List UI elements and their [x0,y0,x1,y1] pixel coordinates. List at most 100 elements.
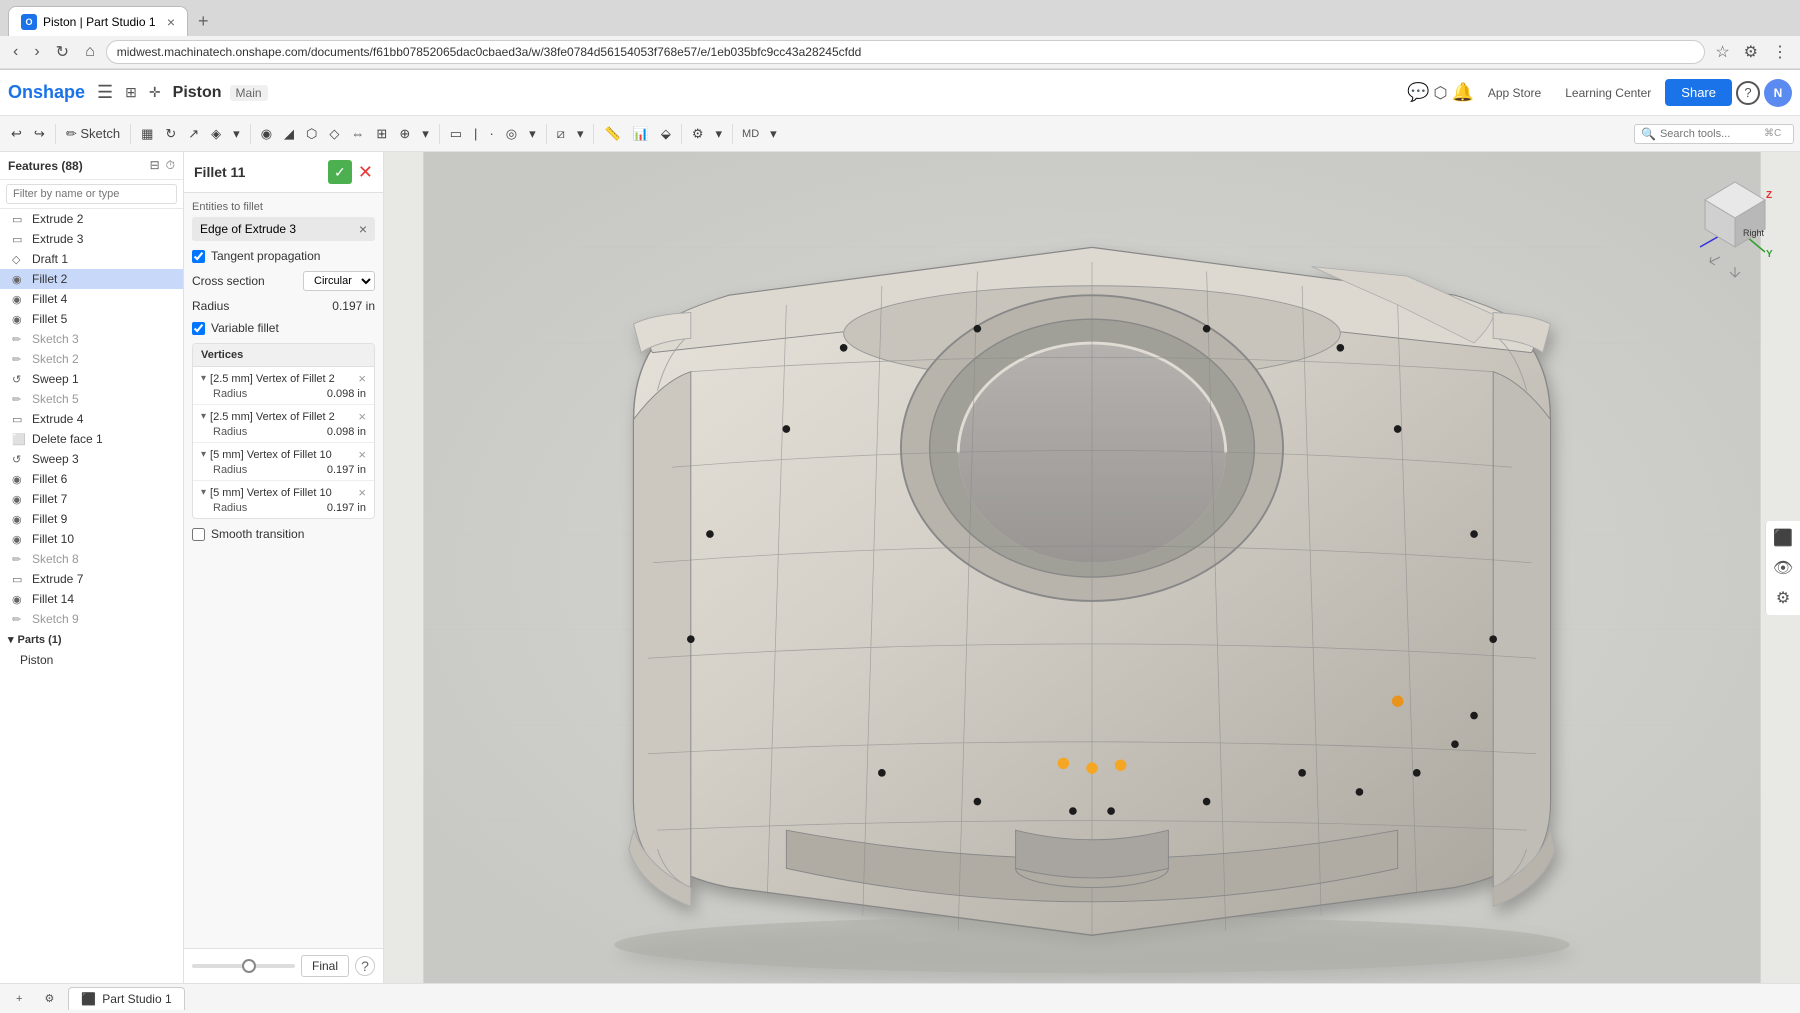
feature-item-fillet14[interactable]: ◉ Fillet 14 [0,589,183,609]
slider-track[interactable] [192,964,295,968]
axis-btn[interactable]: | [469,123,482,144]
onshape-logo[interactable]: Onshape [8,82,85,103]
confirm-btn[interactable]: ✓ [328,160,352,184]
back-btn[interactable]: ‹ [8,41,23,63]
features-filter-icon[interactable]: ⊟ [150,158,160,173]
search-tools-bar[interactable]: 🔍 ⌘C [1634,124,1794,144]
render-btn[interactable]: ⬙ [656,123,676,145]
loft-btn[interactable]: ◈ [206,123,226,145]
vertex-label-1[interactable]: ▾ [2.5 mm] Vertex of Fillet 2 [201,411,335,423]
features-clock-icon[interactable]: ⏱ [166,158,175,173]
grid-menu[interactable]: ⊞ [121,80,141,105]
part-studio-tab[interactable]: ⬛ Part Studio 1 [68,987,184,1010]
feature-item-deleteface1[interactable]: ⬜ Delete face 1 [0,429,183,449]
draft-btn[interactable]: ◇ [324,123,344,145]
feature-item-fillet10[interactable]: ◉ Fillet 10 [0,529,183,549]
settings-btn[interactable]: ⚙ [687,123,709,145]
point-btn[interactable]: · [484,123,498,144]
smooth-transition-checkbox[interactable] [192,528,205,541]
transform-icon[interactable]: ✛ [145,80,165,105]
feature-item-extrude4[interactable]: ▭ Extrude 4 [0,409,183,429]
slider-thumb[interactable] [242,959,256,973]
learning-center-btn[interactable]: Learning Center [1555,82,1661,104]
search-input[interactable] [1660,128,1760,140]
vertex-label-0[interactable]: ▾ [2.5 mm] Vertex of Fillet 2 [201,373,335,385]
feature-item-fillet4[interactable]: ◉ Fillet 4 [0,289,183,309]
analysis-btn[interactable]: 📊 [628,123,654,145]
more-btn[interactable]: ▾ [228,123,245,145]
final-btn[interactable]: Final [301,955,349,977]
share-btn[interactable]: Share [1665,79,1732,106]
mirror-btn[interactable]: ⇔ [346,123,369,144]
feature-item-fillet6[interactable]: ◉ Fillet 6 [0,469,183,489]
feature-item-extrude7[interactable]: ▭ Extrude 7 [0,569,183,589]
feature-item-fillet7[interactable]: ◉ Fillet 7 [0,489,183,509]
home-btn[interactable]: ⌂ [80,41,100,63]
pattern-btn[interactable]: ⊞ [371,123,392,145]
url-bar[interactable] [106,40,1706,64]
feature-item-extrude3[interactable]: ▭ Extrude 3 [0,229,183,249]
more3-btn[interactable]: ▾ [524,123,541,145]
undo-btn[interactable]: ↩ [6,123,27,145]
cross-section-select[interactable]: Circular [303,271,375,291]
new-tab-btn[interactable]: + [190,7,217,36]
revolve-btn[interactable]: ↻ [160,123,181,145]
mode-dropdown-btn[interactable]: ▾ [765,123,782,145]
extrude-btn[interactable]: ▦ [136,123,158,145]
bookmark-icon[interactable]: ☆ [1711,40,1733,64]
menu-icon[interactable]: ⋮ [1768,40,1792,64]
chat-icon[interactable]: 💬 [1407,82,1429,103]
feature-item-extrude2[interactable]: ▭ Extrude 2 [0,209,183,229]
feature-item-fillet5[interactable]: ◉ Fillet 5 [0,309,183,329]
vertex-remove-3[interactable]: × [358,485,366,500]
tangent-propagation-checkbox[interactable] [192,250,205,263]
settings2-icon[interactable]: ⚙ [1772,587,1794,609]
add-tab-btn[interactable]: + [8,991,30,1007]
feature-item-sketch8[interactable]: ✏ Sketch 8 [0,549,183,569]
vertex-remove-0[interactable]: × [358,371,366,386]
help-icon[interactable]: ? [1736,81,1760,105]
bool-btn[interactable]: ⊕ [394,123,415,145]
redo-btn[interactable]: ↪ [29,123,50,145]
help-question-btn[interactable]: ? [355,956,375,976]
hamburger-menu[interactable]: ☰ [93,78,117,107]
feature-item-draft1[interactable]: ◇ Draft 1 [0,249,183,269]
vertex-remove-1[interactable]: × [358,409,366,424]
vertex-label-3[interactable]: ▾ [5 mm] Vertex of Fillet 10 [201,487,332,499]
feature-item-sketch9[interactable]: ✏ Sketch 9 [0,609,183,629]
visibility-icon[interactable]: 👁 [1772,557,1794,579]
feature-item-fillet9[interactable]: ◉ Fillet 9 [0,509,183,529]
sweep-btn[interactable]: ↗ [183,123,204,145]
forward-btn[interactable]: › [29,41,44,63]
connect-icon[interactable]: ⬡ [1433,83,1447,103]
app-store-btn[interactable]: App Store [1478,82,1551,104]
refresh-btn[interactable]: ↻ [51,40,74,64]
feature-item-fillet2[interactable]: ◉ Fillet 2 [0,269,183,289]
active-tab[interactable]: O Piston | Part Studio 1 × [8,6,188,36]
feature-item-sketch2[interactable]: ✏ Sketch 2 [0,349,183,369]
cancel-fillet-btn[interactable]: ✕ [358,160,373,184]
variable-fillet-checkbox[interactable] [192,322,205,335]
entity-remove-btn[interactable]: × [359,221,367,237]
radius-value[interactable]: 0.197 in [332,299,375,313]
orientation-cube[interactable]: Z Y Right [1690,172,1780,262]
chamfer-btn[interactable]: ◢ [279,123,299,145]
vertex-remove-2[interactable]: × [358,447,366,462]
filter-input[interactable] [6,184,177,204]
parts-section[interactable]: ▾ Parts (1) [0,629,183,650]
fillet-btn[interactable]: ◉ [256,123,277,145]
sketch-btn[interactable]: ✏ Sketch [61,123,125,145]
measure-btn[interactable]: 📏 [599,123,625,145]
tab-settings-btn[interactable]: ⚙ [36,990,62,1007]
feature-item-sweep3[interactable]: ↺ Sweep 3 [0,449,183,469]
piston-part-item[interactable]: Piston [0,650,183,670]
more2-btn[interactable]: ▾ [417,123,434,145]
shell-btn[interactable]: ⬡ [301,123,322,145]
section-view-btn[interactable]: ⧄ [552,123,570,145]
tab-close-btn[interactable]: × [167,14,175,30]
user-avatar[interactable]: N [1764,79,1792,107]
feature-item-sweep1[interactable]: ↺ Sweep 1 [0,369,183,389]
vertex-label-2[interactable]: ▾ [5 mm] Vertex of Fillet 10 [201,449,332,461]
more5-btn[interactable]: ▾ [711,123,728,145]
bell-icon[interactable]: 🔔 [1451,82,1473,103]
